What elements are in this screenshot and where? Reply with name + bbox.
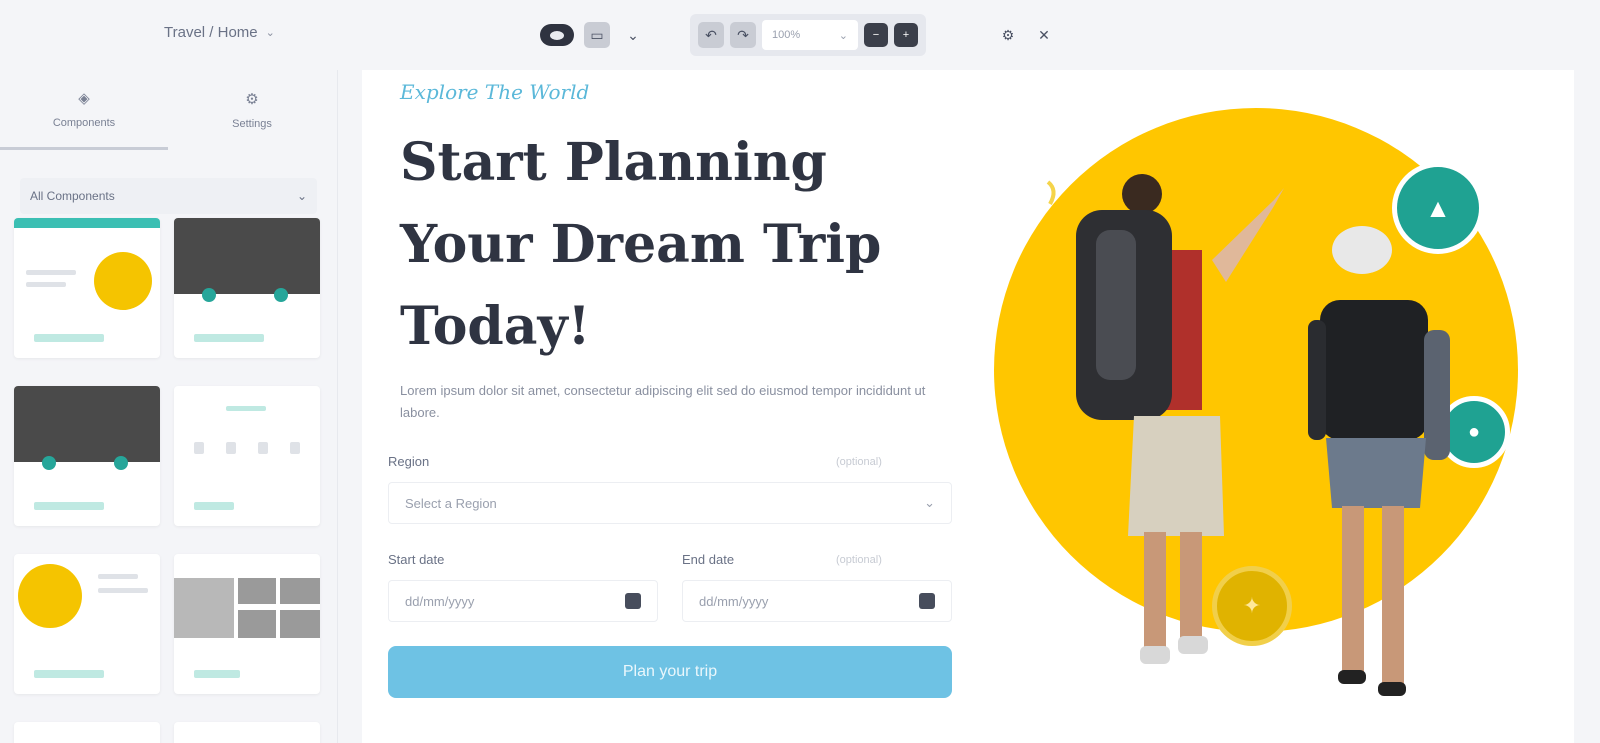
region-select[interactable]: Select a Region ⌄ xyxy=(388,482,952,524)
end-date-hint: (optional) xyxy=(836,554,882,566)
thumbnail-image xyxy=(280,610,320,638)
travelers-image xyxy=(1046,174,1450,696)
sidebar: ◈ Components ⚙ Settings All Components ⌄ xyxy=(0,70,338,743)
preview-toggle[interactable] xyxy=(540,24,574,46)
category-select[interactable]: All Components ⌄ xyxy=(20,178,317,214)
gear-icon: ⚙ xyxy=(245,91,259,108)
component-thumbnail[interactable] xyxy=(14,386,160,526)
zoom-value: 100% xyxy=(772,29,801,41)
layers-icon: ◈ xyxy=(78,89,90,107)
tab-label: Components xyxy=(52,116,116,129)
start-date-placeholder: dd/mm/yyyy xyxy=(405,593,475,609)
page-selector[interactable]: Travel / Home ⌄ xyxy=(164,24,275,41)
undo-icon: ↶ xyxy=(705,26,717,43)
plus-icon: + xyxy=(902,29,910,41)
close-button[interactable]: ✕ xyxy=(1031,22,1057,48)
history-controls: ⚙ ✕ xyxy=(995,14,1057,56)
end-date-placeholder: dd/mm/yyyy xyxy=(699,593,769,609)
thumbnail-image xyxy=(280,578,320,604)
thumbnail-button xyxy=(34,502,104,510)
thumbnail-image xyxy=(238,578,276,604)
tab-components[interactable]: ◈ Components xyxy=(0,70,168,150)
thumbnail-dot xyxy=(202,288,216,302)
chevron-down-icon: ⌄ xyxy=(265,27,275,39)
device-menu-button[interactable]: ⌄ xyxy=(620,22,646,48)
desktop-icon: ▭ xyxy=(590,26,604,43)
chevron-down-icon: ⌄ xyxy=(838,29,848,42)
thumbnail-text xyxy=(26,270,76,275)
start-date-field[interactable]: dd/mm/yyyy xyxy=(388,580,658,622)
thumbnail-text xyxy=(98,574,138,579)
settings-button[interactable]: ⚙ xyxy=(995,22,1021,48)
end-date-label: End date xyxy=(682,552,735,567)
zoom-select[interactable]: 100% ⌄ xyxy=(762,20,858,50)
thumbnail-text xyxy=(26,282,66,287)
close-icon: ✕ xyxy=(1038,26,1050,43)
hero-illustration: ▲ ● ✦ xyxy=(972,70,1574,743)
tab-settings[interactable]: ⚙ Settings xyxy=(168,70,336,150)
thumbnail-button xyxy=(194,502,234,510)
thumbnail-dot xyxy=(42,456,56,470)
component-thumbnail[interactable] xyxy=(174,386,320,526)
hero-eyebrow: Explore The World xyxy=(400,80,590,104)
thumbnail-button xyxy=(34,670,104,678)
component-thumbnail[interactable] xyxy=(174,722,320,743)
undo-button[interactable]: ↶ xyxy=(698,22,724,48)
start-date-label: Start date xyxy=(388,552,445,567)
zoom-out-button[interactable]: − xyxy=(864,23,888,47)
component-thumbnail[interactable] xyxy=(14,218,160,358)
component-thumbnail[interactable] xyxy=(14,554,160,694)
view-controls: ▭ ⌄ xyxy=(540,14,646,56)
tab-label: Settings xyxy=(232,118,272,130)
thumbnail-image xyxy=(18,564,82,628)
calendar-icon[interactable] xyxy=(919,593,935,609)
plan-trip-button-label: Plan your trip xyxy=(622,663,718,680)
component-thumbnail[interactable] xyxy=(14,722,160,743)
canvas-controls: ↶ ↷ 100% ⌄ − + xyxy=(690,14,926,56)
hero-description: Lorem ipsum dolor sit amet, consectetur … xyxy=(400,383,926,420)
thumbnail-header xyxy=(174,218,320,294)
component-thumbnail[interactable] xyxy=(174,554,320,694)
hero-headline: Start Planning Your Dream Trip Today! xyxy=(400,132,882,357)
region-label: Region xyxy=(388,454,430,469)
thumbnail-text xyxy=(98,588,148,593)
redo-button[interactable]: ↷ xyxy=(730,22,756,48)
thumbnail-button xyxy=(194,670,240,678)
category-select-value: All Components xyxy=(30,189,115,203)
thumbnail-header xyxy=(14,218,160,228)
end-date-field[interactable]: dd/mm/yyyy xyxy=(682,580,952,622)
page-selector-label: Travel / Home xyxy=(164,24,258,41)
thumbnail-icon xyxy=(226,442,236,454)
thumbnail-header xyxy=(14,386,160,462)
thumbnail-dot xyxy=(114,456,128,470)
zoom-in-button[interactable]: + xyxy=(894,23,918,47)
sidebar-tabs: ◈ Components ⚙ Settings xyxy=(0,70,337,150)
minus-icon: − xyxy=(872,29,880,41)
thumbnail-button xyxy=(194,334,264,342)
page-canvas: Explore The World Start Planning Your Dr… xyxy=(362,70,1574,743)
thumbnail-button xyxy=(34,334,104,342)
thumbnail-image xyxy=(94,252,152,310)
calendar-icon[interactable] xyxy=(625,593,641,609)
thumbnail-image xyxy=(174,578,234,638)
top-toolbar: Travel / Home ⌄ ▭ ⌄ ↶ ↷ 100% ⌄ − + ⚙ ✕ xyxy=(0,0,1600,70)
chevron-down-icon: ⌄ xyxy=(296,189,307,203)
thumbnail-icon xyxy=(290,442,300,454)
region-hint: (optional) xyxy=(836,456,882,468)
plan-trip-button[interactable]: Plan your trip xyxy=(388,646,952,698)
thumbnail-text xyxy=(226,406,266,411)
component-thumbnail[interactable] xyxy=(174,218,320,358)
thumbnail-icon xyxy=(258,442,268,454)
chevron-down-icon: ⌄ xyxy=(627,26,639,43)
redo-icon: ↷ xyxy=(737,26,749,43)
thumbnail-dot xyxy=(274,288,288,302)
region-select-value: Select a Region xyxy=(405,495,497,511)
thumbnail-image xyxy=(238,610,276,638)
device-button[interactable]: ▭ xyxy=(584,22,610,48)
chevron-down-icon: ⌄ xyxy=(924,495,935,510)
eye-icon xyxy=(550,30,564,40)
thumbnail-icon xyxy=(194,442,204,454)
gear-icon: ⚙ xyxy=(1001,26,1015,43)
